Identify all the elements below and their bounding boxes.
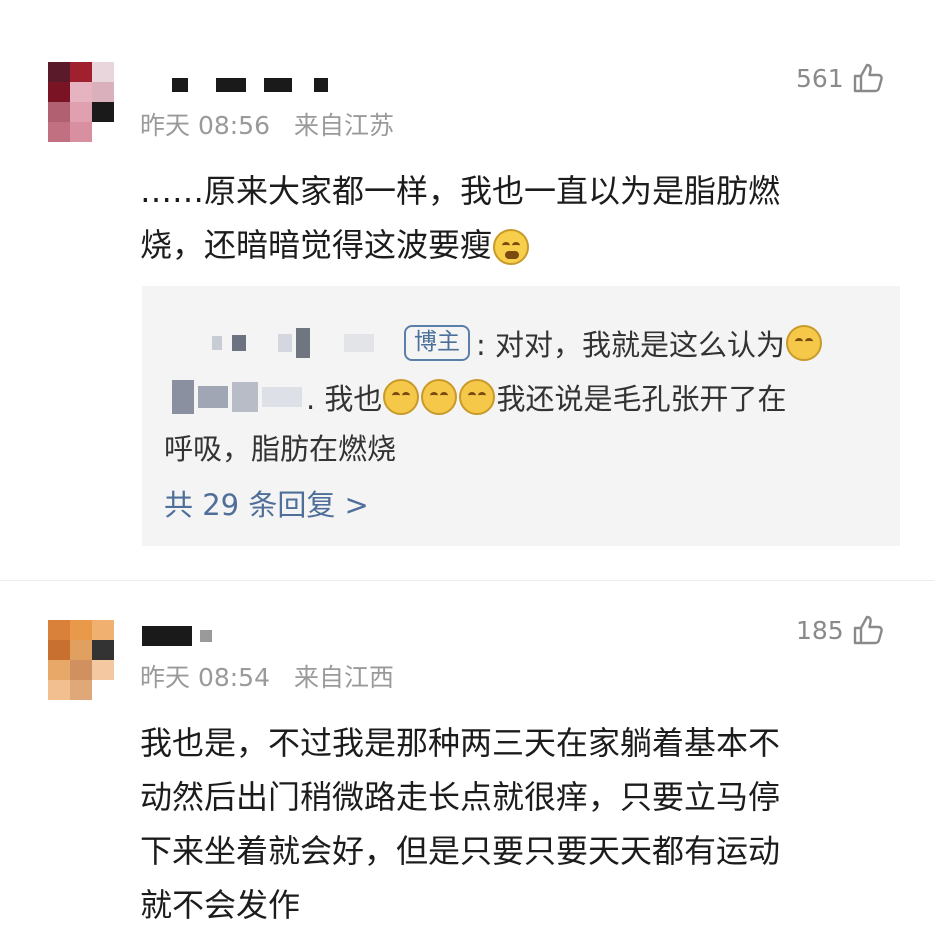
- reply-text-continued: 呼吸，脂肪在燃烧: [164, 432, 397, 466]
- reply-text: : 对对，我就是这么认为: [476, 328, 785, 362]
- comment-line: 就不会发作: [140, 886, 301, 924]
- comment-location: 来自江西: [294, 663, 395, 692]
- username-redacted[interactable]: [172, 78, 328, 92]
- reply-item: 博主 : 对对，我就是这么认为: [212, 322, 823, 364]
- laughing-crying-face-icon: [786, 325, 822, 361]
- thumbs-up-icon: [852, 614, 884, 646]
- thumbs-up-icon: [852, 62, 884, 94]
- like-count: 185: [796, 615, 844, 645]
- avatar[interactable]: [48, 620, 114, 700]
- comment-meta: 昨天 08:54 来自江西: [140, 658, 394, 694]
- reply-username-redacted[interactable]: [212, 328, 374, 358]
- comment-line: 动然后出门稍微路走长点就很痒，只要立马停: [140, 778, 781, 816]
- pray-face-icon: [383, 379, 420, 415]
- reply-item: . 我也 我还说是毛孔张开了在: [172, 376, 786, 418]
- divider: [0, 580, 934, 581]
- like-count: 561: [796, 63, 844, 93]
- more-replies-link[interactable]: 共 29 条回复 >: [164, 482, 369, 524]
- comment-text: ……原来大家都一样，我也一直以为是脂肪燃 烧，还暗暗觉得这波要瘦: [140, 164, 880, 272]
- reply-preview-box[interactable]: 博主 : 对对，我就是这么认为 . 我也 我还说是毛孔张开了在 呼吸，脂肪在燃烧…: [142, 286, 900, 546]
- like-button[interactable]: 561: [796, 62, 884, 94]
- comment-text: 我也是，不过我是那种两三天在家躺着基本不 动然后出门稍微路走长点就很痒，只要立马…: [140, 716, 900, 932]
- comment-line: ……原来大家都一样，我也一直以为是脂肪燃: [140, 172, 781, 210]
- comment-line: 下来坐着就会好，但是只要只要天天都有运动: [140, 832, 781, 870]
- username-redacted[interactable]: [142, 626, 212, 646]
- comment-line-with-emoji: 烧，还暗暗觉得这波要瘦: [140, 218, 880, 272]
- comment-time: 昨天 08:54: [140, 663, 270, 692]
- reply-text: 我还说是毛孔张开了在: [496, 382, 787, 416]
- pray-face-icon: [459, 379, 496, 415]
- comment-meta: 昨天 08:56 来自江苏: [140, 106, 394, 142]
- like-button[interactable]: 185: [796, 614, 884, 646]
- comment-location: 来自江苏: [294, 111, 395, 140]
- author-badge: 博主: [404, 325, 470, 361]
- crying-face-icon: [493, 229, 530, 265]
- reply-username-redacted[interactable]: [172, 380, 302, 414]
- avatar[interactable]: [48, 62, 114, 142]
- comment-line: 我也是，不过我是那种两三天在家躺着基本不: [140, 724, 781, 762]
- reply-text-prefix: . 我也: [306, 382, 383, 416]
- pray-face-icon: [421, 379, 458, 415]
- comment-time: 昨天 08:56: [140, 111, 270, 140]
